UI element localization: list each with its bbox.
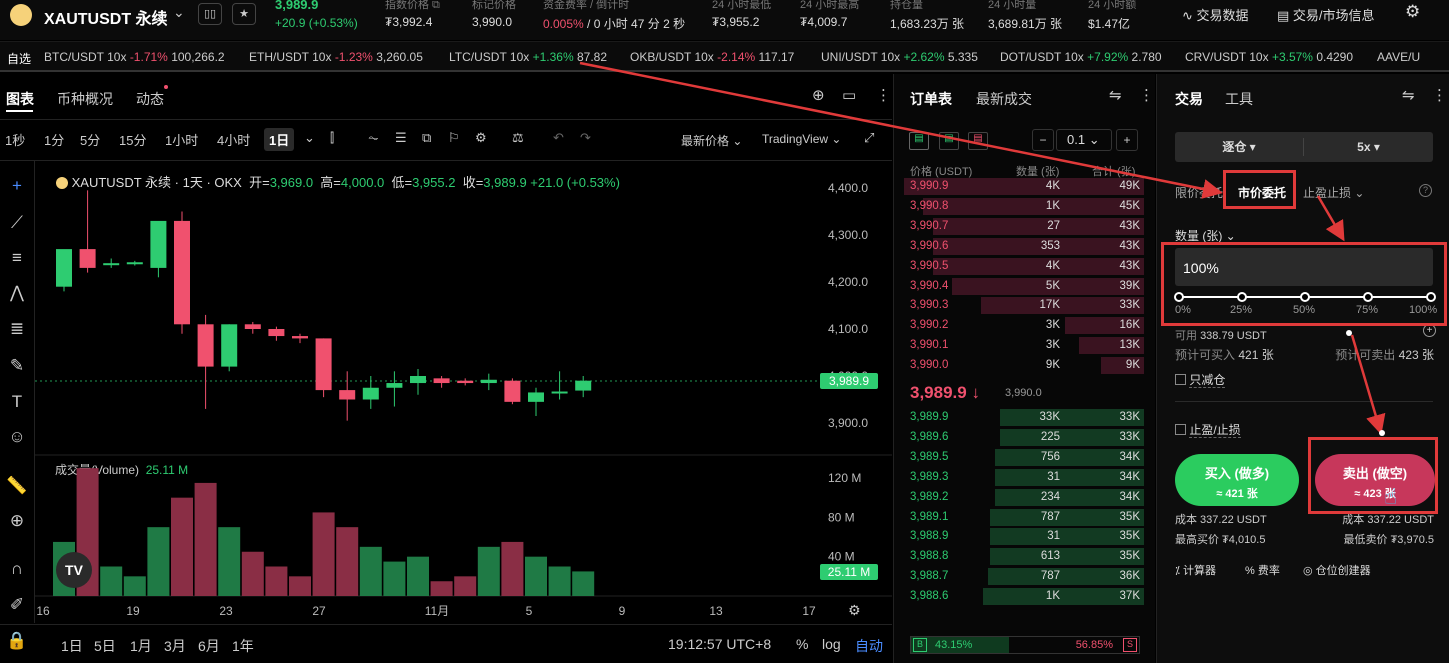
arrow-line [1350, 334, 1386, 435]
annotation-dot [1379, 430, 1385, 436]
arrow-line [579, 61, 1223, 199]
annotation-dot [1346, 330, 1352, 336]
annotation-arrows [579, 61, 1386, 436]
hand-cursor-icon: ☝ [1384, 484, 1398, 509]
arrow-line [1316, 195, 1345, 242]
